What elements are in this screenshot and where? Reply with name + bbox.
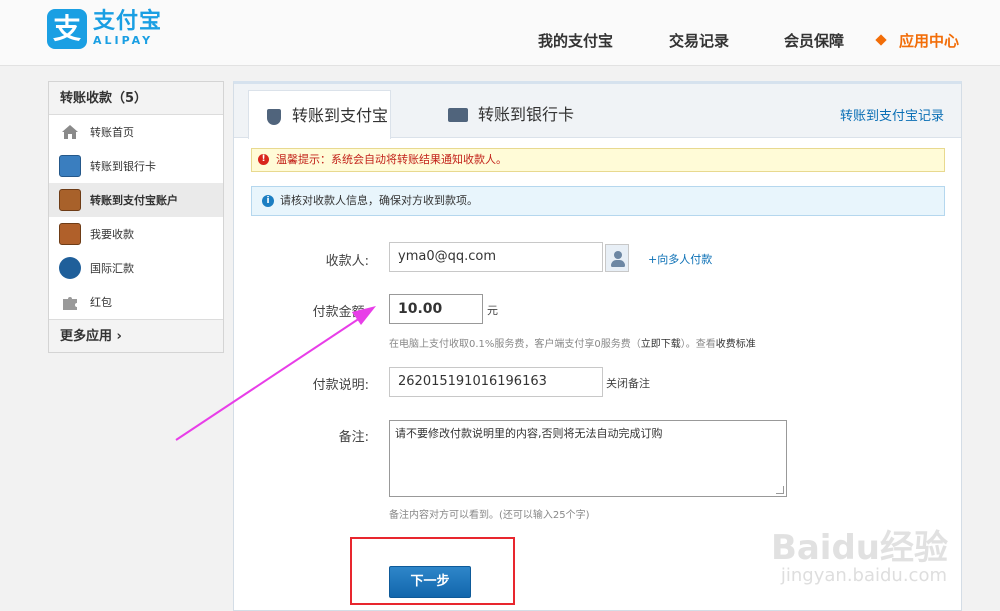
baidu-watermark: Baidu经验 [770, 528, 948, 568]
baidu-watermark-url: jingyan.baidu.com [780, 565, 947, 586]
